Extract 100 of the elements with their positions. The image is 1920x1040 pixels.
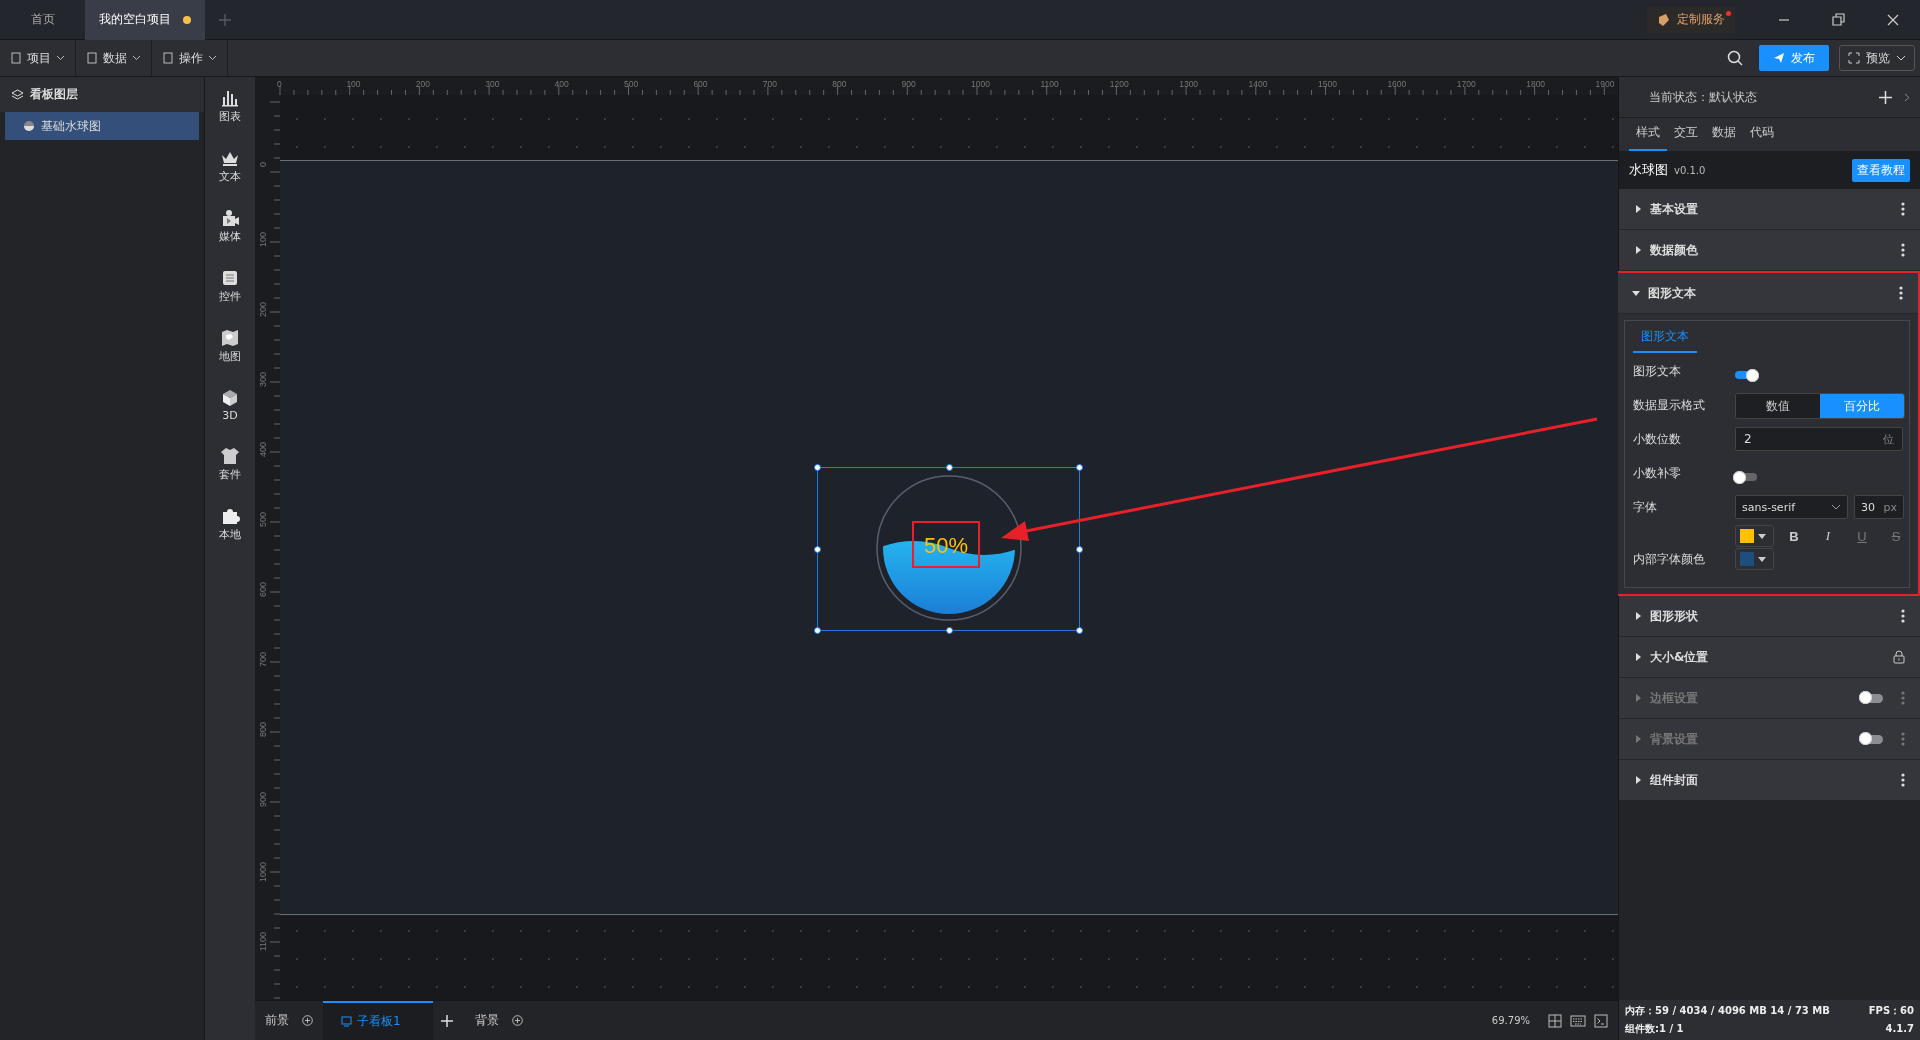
resize-handle[interactable] [1076, 627, 1083, 634]
caret-right-icon [1634, 612, 1642, 620]
add-icon[interactable] [302, 1015, 313, 1026]
app-version: 4.1.7 [1885, 1022, 1914, 1036]
resize-handle[interactable] [814, 464, 821, 471]
fit-screen-icon[interactable] [1548, 1013, 1562, 1028]
more-icon[interactable] [1901, 609, 1905, 623]
text-style-button[interactable]: I [1814, 528, 1842, 544]
component-category[interactable]: 3D [220, 389, 240, 422]
font-size-input[interactable]: 30 px [1854, 495, 1904, 519]
media-category-icon [220, 209, 240, 227]
lock-icon[interactable] [1893, 650, 1905, 664]
caret-right-icon [1634, 246, 1642, 254]
window-tab[interactable]: 我的空白项目 [85, 0, 205, 40]
menu-button[interactable]: 数据 [76, 39, 152, 77]
component-name: 水球图 [1629, 161, 1668, 179]
format-option[interactable]: 数值 [1736, 394, 1820, 418]
caret-right-icon [1634, 694, 1642, 702]
component-category[interactable]: 文本 [219, 149, 241, 184]
field-label: 内部字体颜色 [1633, 551, 1706, 568]
section-header[interactable]: 图形形状 [1619, 596, 1920, 637]
window-tab[interactable]: 首页 [0, 0, 85, 40]
menu-button[interactable]: 项目 [0, 39, 76, 77]
section-header[interactable]: 数据颜色 [1619, 230, 1920, 271]
more-icon[interactable] [1901, 773, 1905, 787]
toggle-switch[interactable] [1735, 371, 1757, 379]
add-icon[interactable] [1879, 90, 1892, 104]
field-label: 数据显示格式 [1633, 397, 1706, 414]
resize-handle[interactable] [814, 627, 821, 634]
monitor-icon [341, 1016, 352, 1027]
add-board-icon[interactable] [441, 1014, 453, 1027]
caret-icon [56, 55, 65, 61]
component-category[interactable]: 图表 [219, 89, 241, 124]
cube-category-icon [220, 389, 240, 407]
document-icon [162, 52, 174, 64]
chart-category-icon [220, 89, 240, 107]
section-header[interactable]: 组件封面 [1619, 760, 1920, 801]
more-icon[interactable] [1901, 202, 1905, 216]
more-icon[interactable] [1899, 286, 1903, 300]
current-state: 当前状态：默认状态 [1649, 88, 1757, 106]
resize-handle[interactable] [1076, 546, 1083, 553]
layers-header: 看板图层 [0, 77, 204, 112]
control-category-icon [220, 269, 240, 287]
caret-down-icon [1758, 533, 1766, 539]
component-category[interactable]: 地图 [219, 329, 241, 364]
keyboard-icon[interactable] [1570, 1014, 1586, 1027]
toggle-switch[interactable] [1735, 473, 1757, 481]
document-icon [86, 52, 98, 64]
zoom-level: 69.79% [1491, 1015, 1530, 1026]
menu-button[interactable]: 操作 [152, 39, 228, 77]
caret-icon [1896, 55, 1906, 61]
section-header[interactable]: 图形文本 [1617, 273, 1918, 314]
font-select[interactable]: sans-serif [1735, 495, 1848, 519]
panel-tab[interactable]: 代码 [1743, 124, 1781, 151]
caret-icon [132, 55, 141, 61]
layer-tab[interactable]: 背景 [465, 1001, 533, 1040]
caret-right-icon [1634, 205, 1642, 213]
chevron-right-icon[interactable] [1904, 92, 1910, 102]
layer-item[interactable]: 基础水球图 [5, 112, 199, 140]
resize-handle[interactable] [1076, 464, 1083, 471]
layers-icon [11, 88, 24, 101]
caret-right-icon [1634, 735, 1642, 743]
caret-icon [208, 55, 217, 61]
color-picker[interactable] [1735, 548, 1774, 570]
sub-tab[interactable]: 图形文本 [1633, 326, 1697, 353]
terminal-icon[interactable] [1594, 1013, 1608, 1028]
text-style-button[interactable]: B [1780, 528, 1808, 544]
document-icon [10, 52, 22, 64]
component-category[interactable]: 套件 [219, 447, 241, 482]
resize-handle[interactable] [814, 546, 821, 553]
color-picker[interactable] [1735, 525, 1774, 547]
fps-counter: FPS：60 [1868, 1004, 1914, 1018]
layer-tab[interactable]: 前景 [255, 1001, 323, 1040]
close-icon[interactable] [1887, 13, 1899, 26]
preview-button[interactable]: 预览 [1839, 45, 1915, 71]
decimal-input[interactable]: 2 位 [1735, 427, 1903, 451]
tag-icon [1657, 12, 1671, 27]
map-category-icon [220, 329, 240, 347]
half-circle-icon [23, 120, 35, 132]
add-icon[interactable] [512, 1015, 523, 1026]
component-category[interactable]: 本地 [219, 507, 241, 542]
custom-service-button[interactable]: 定制服务 [1647, 6, 1735, 33]
resize-handle[interactable] [946, 464, 953, 471]
panel-tab[interactable]: 交互 [1667, 124, 1705, 151]
component-category[interactable]: 控件 [219, 269, 241, 304]
component-category[interactable]: 媒体 [219, 209, 241, 244]
section-header[interactable]: 基本设置 [1619, 189, 1920, 230]
more-icon[interactable] [1901, 243, 1905, 257]
search-icon[interactable] [1727, 50, 1743, 66]
resize-handle[interactable] [946, 627, 953, 634]
memory-usage: 内存：59 / 4034 / 4096 MB 14 / 73 MB [1625, 1004, 1830, 1018]
suit-category-icon [220, 447, 240, 465]
board-tab[interactable]: 子看板1 [323, 1001, 433, 1040]
caret-down-icon [1758, 556, 1766, 562]
restore-icon[interactable] [1832, 13, 1845, 26]
field-label: 小数补零 [1633, 465, 1682, 482]
panel-tab[interactable]: 数据 [1705, 124, 1743, 151]
water-ball-drawing[interactable] [874, 473, 1024, 623]
caret-down-icon [1632, 289, 1640, 297]
section-header[interactable]: 大小&位置 [1619, 637, 1920, 678]
